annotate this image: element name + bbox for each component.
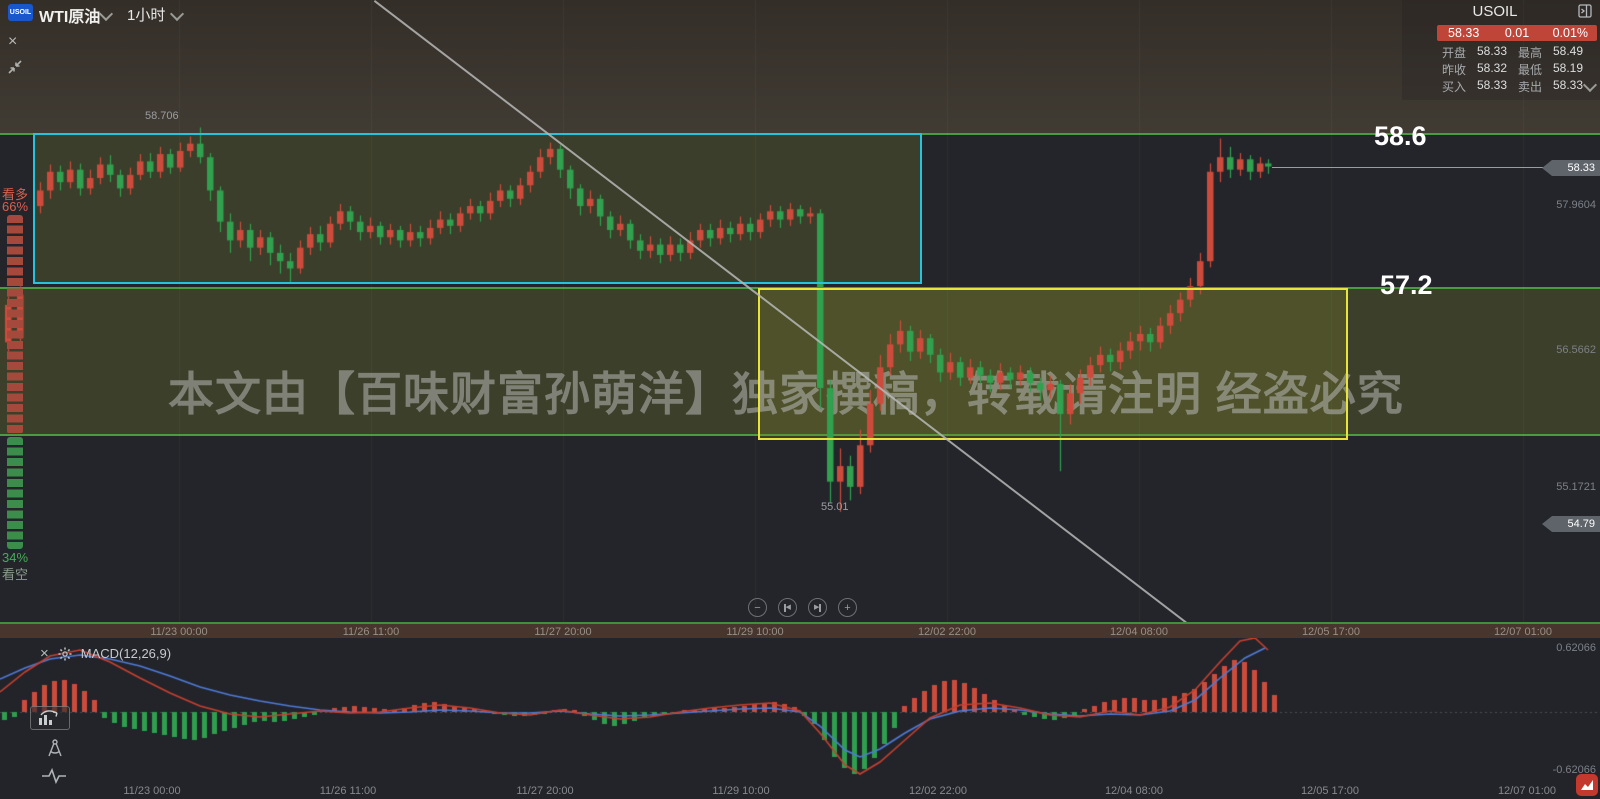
resistance-level-label: 58.6 xyxy=(1374,121,1427,151)
time-label: 12/04 08:00 xyxy=(1109,626,1169,638)
macd-time-label: 11/23 00:00 xyxy=(123,785,181,797)
time-label: 11/23 00:00 xyxy=(150,626,208,638)
quote-label: 最高 xyxy=(1518,46,1543,60)
quote-price-banner: 58.33 0.01 0.01% xyxy=(1437,25,1597,41)
quote-collapse-chevron-icon[interactable] xyxy=(1582,77,1598,93)
macd-close-icon[interactable]: × xyxy=(40,645,49,662)
time-label: 12/02 22:00 xyxy=(917,626,977,638)
quote-label: 买入 xyxy=(1442,80,1467,94)
macd-time-label: 12/05 17:00 xyxy=(1300,785,1360,797)
zoom-out-button[interactable]: − xyxy=(748,598,767,617)
gear-icon[interactable] xyxy=(58,647,72,661)
bull-sentiment-percent: 66% xyxy=(2,199,29,214)
usoil-logo-badge: USOIL xyxy=(8,4,33,21)
macd-time-label: 12/07 01:00 xyxy=(1497,785,1557,797)
bear-sentiment-bar xyxy=(7,437,23,549)
quote-label: 昨收 xyxy=(1442,63,1467,77)
quote-panel: USOIL 58.33 0.01 0.01% 开盘 58.33 最高 58.49… xyxy=(1402,0,1600,100)
low-price-tag: 54.79 xyxy=(1542,516,1600,532)
quote-value: 58.33 xyxy=(1477,44,1508,58)
macd-time-label: 12/04 08:00 xyxy=(1104,785,1164,797)
bull-sentiment-bar xyxy=(7,215,23,434)
macd-time-label: 12/02 22:00 xyxy=(908,785,968,797)
quote-title: USOIL xyxy=(1472,3,1518,20)
quote-value: 58.33 xyxy=(1553,78,1584,92)
time-label: 12/05 17:00 xyxy=(1301,626,1361,638)
quote-last-price: 58.33 xyxy=(1448,26,1480,40)
collapse-icon[interactable] xyxy=(7,59,23,75)
bear-sentiment-label: 看空 xyxy=(2,567,29,582)
minus-icon: − xyxy=(754,601,761,614)
quote-value: 58.32 xyxy=(1477,61,1508,75)
swing-low-label: 55.01 xyxy=(821,501,849,513)
quote-change-pct: 0.01% xyxy=(1552,26,1589,40)
pulse-tool-icon[interactable] xyxy=(42,767,66,785)
quote-label: 卖出 xyxy=(1518,80,1543,94)
compass-tool-icon[interactable] xyxy=(44,737,66,759)
quote-value: 58.33 xyxy=(1477,78,1508,92)
symbol-name[interactable]: WTI原油 xyxy=(39,3,100,27)
skip-back-button[interactable]: ◀ xyxy=(778,598,797,617)
macd-canvas[interactable] xyxy=(0,638,1600,799)
left-triangle-icon: ◀ xyxy=(785,604,791,611)
time-label: 12/07 01:00 xyxy=(1493,626,1553,638)
price-axis-label: 55.1721 xyxy=(1556,481,1596,493)
macd-time-label: 11/27 20:00 xyxy=(516,785,574,797)
macd-time-label: 11/26 11:00 xyxy=(319,785,377,797)
close-icon[interactable]: × xyxy=(8,33,17,51)
macd-indicator-name[interactable]: MACD(12,26,9) xyxy=(81,646,171,661)
time-axis[interactable]: 11/23 00:00 11/26 11:00 11/27 20:00 11/2… xyxy=(0,622,1600,638)
time-label: 11/27 20:00 xyxy=(534,626,592,638)
plus-icon: + xyxy=(844,601,851,614)
time-label: 11/26 11:00 xyxy=(342,626,400,638)
price-axis-label: 57.9604 xyxy=(1556,199,1596,211)
support-level-label: 57.2 xyxy=(1380,270,1433,300)
timeframe-selector[interactable]: 1小时 xyxy=(127,4,165,25)
macd-time-label: 11/29 10:00 xyxy=(712,785,770,797)
bear-sentiment-percent: 34% xyxy=(2,550,29,565)
swing-high-label: 58.706 xyxy=(145,110,179,122)
quote-value: 58.19 xyxy=(1553,61,1584,75)
skip-forward-button[interactable]: ▶ xyxy=(808,598,827,617)
macd-axis-top-label: 0.62066 xyxy=(1556,642,1596,654)
skip-forward-icon xyxy=(819,603,821,612)
quote-label: 开盘 xyxy=(1442,46,1467,60)
macd-header: × MACD(12,26,9) xyxy=(40,645,171,662)
trading-app: 本文由【百味财富孙萌洋】独家撰稿，转载请注明 经盗必究 58.33 54.79 … xyxy=(0,0,1600,799)
panel-toggle-icon[interactable] xyxy=(1578,4,1592,18)
cyan-rectangle-drawing[interactable] xyxy=(33,133,922,284)
chart-screenshot-tool-icon[interactable] xyxy=(30,706,70,730)
quote-label: 最低 xyxy=(1518,63,1543,77)
broker-logo xyxy=(1576,774,1598,796)
zoom-in-button[interactable]: + xyxy=(838,598,857,617)
current-price-tag: 58.33 xyxy=(1542,160,1600,176)
quote-change: 0.01 xyxy=(1504,26,1530,40)
time-label: 11/29 10:00 xyxy=(726,626,784,638)
current-price-line xyxy=(1272,167,1544,168)
quote-value: 58.49 xyxy=(1553,44,1584,58)
price-axis-label: 56.5662 xyxy=(1556,344,1596,356)
